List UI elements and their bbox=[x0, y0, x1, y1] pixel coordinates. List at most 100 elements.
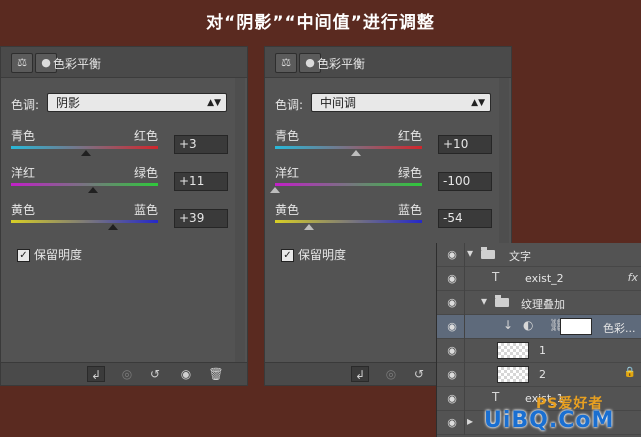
folder-icon bbox=[495, 295, 509, 307]
slider-value-field[interactable]: -54 bbox=[438, 209, 492, 228]
slider-right-label: 蓝色 bbox=[133, 203, 158, 217]
chevron-updown-icon: ▲▼ bbox=[471, 98, 485, 108]
eye-icon[interactable]: ◉ bbox=[442, 416, 462, 429]
preserve-luminosity-label: 保留明度 bbox=[298, 248, 347, 262]
slider-row-cyan-red: 青色 红色 +3 bbox=[1, 127, 249, 167]
panel-header: ⚖ ● 色彩平衡 bbox=[1, 47, 247, 78]
visibility-eye-icon[interactable]: ◉ bbox=[177, 366, 195, 382]
slider-track[interactable] bbox=[11, 146, 158, 149]
disclosure-triangle-icon[interactable]: ▾ bbox=[481, 294, 487, 308]
layer-row-text[interactable]: ◉ T exist_2 fx bbox=[437, 267, 641, 291]
slider-left-label: 黄色 bbox=[275, 203, 300, 217]
slider-left-label: 洋红 bbox=[11, 166, 36, 180]
layer-name: 2 bbox=[539, 368, 546, 381]
preserve-luminosity-checkbox[interactable]: ✓ 保留明度 bbox=[17, 246, 82, 263]
reset-icon[interactable]: ↺ bbox=[410, 366, 428, 382]
disclosure-triangle-icon[interactable]: ▸ bbox=[467, 414, 473, 428]
slider-right-label: 绿色 bbox=[133, 166, 158, 180]
balance-scale-icon[interactable]: ⚖ bbox=[11, 53, 33, 73]
watermark: PS爱好者 UiBQ.CoM bbox=[476, 396, 641, 437]
folder-icon bbox=[481, 247, 495, 259]
reset-icon[interactable]: ↺ bbox=[146, 366, 164, 382]
clip-to-layer-icon[interactable]: ↲ bbox=[87, 366, 105, 382]
trash-icon[interactable]: 🗑 bbox=[207, 366, 225, 382]
layer-thumbnail bbox=[497, 366, 529, 383]
eye-icon[interactable]: ◉ bbox=[442, 392, 462, 405]
panel-footer: ↲ ◎ ↺ ◉ 🗑 bbox=[1, 362, 247, 385]
slider-track[interactable] bbox=[11, 220, 158, 223]
eye-icon[interactable]: ◉ bbox=[442, 368, 462, 381]
panel-title: 色彩平衡 bbox=[53, 57, 102, 71]
chevron-updown-icon: ▲▼ bbox=[207, 98, 221, 108]
slider-left-label: 青色 bbox=[11, 129, 36, 143]
layer-row-image[interactable]: ◉ 1 bbox=[437, 339, 641, 363]
preserve-luminosity-label: 保留明度 bbox=[34, 248, 83, 262]
slider-row-magenta-green: 洋红 绿色 +11 bbox=[1, 164, 249, 204]
slider-value-field[interactable]: +3 bbox=[174, 135, 228, 154]
view-previous-icon[interactable]: ◎ bbox=[382, 366, 400, 382]
slider-track[interactable] bbox=[275, 146, 422, 149]
properties-panel-shadows: ⚖ ● 色彩平衡 色调: 阴影 ▲▼ 青色 红色 +3 洋红 绿色 +11 黄色… bbox=[0, 46, 248, 386]
preserve-luminosity-checkbox[interactable]: ✓ 保留明度 bbox=[281, 246, 346, 263]
view-previous-icon[interactable]: ◎ bbox=[118, 366, 136, 382]
lock-icon: 🔒 bbox=[623, 367, 636, 378]
layer-name: exist_2 bbox=[525, 272, 564, 285]
layer-row-group[interactable]: ◉ ▾ 文字 bbox=[437, 243, 641, 267]
slider-right-label: 红色 bbox=[133, 129, 158, 143]
layer-name: 文字 bbox=[509, 250, 531, 263]
slider-left-label: 洋红 bbox=[275, 166, 300, 180]
tone-select[interactable]: 阴影 ▲▼ bbox=[47, 93, 227, 112]
panel-scrollbar[interactable] bbox=[235, 78, 245, 364]
eye-icon[interactable]: ◉ bbox=[442, 296, 462, 309]
slider-right-label: 蓝色 bbox=[397, 203, 422, 217]
eye-icon[interactable]: ◉ bbox=[442, 320, 462, 333]
slider-right-label: 红色 bbox=[397, 129, 422, 143]
clip-arrow-icon: ↓ bbox=[503, 318, 514, 332]
slider-row-cyan-red: 青色 红色 +10 bbox=[265, 127, 513, 167]
slider-left-label: 青色 bbox=[275, 129, 300, 143]
layer-name: 色彩... bbox=[603, 322, 636, 335]
slider-value-field[interactable]: +11 bbox=[174, 172, 228, 191]
clip-to-layer-icon[interactable]: ↲ bbox=[351, 366, 369, 382]
slider-thumb[interactable] bbox=[303, 224, 314, 230]
slider-thumb[interactable] bbox=[270, 187, 280, 193]
layer-row-image[interactable]: ◉ 2 🔒 bbox=[437, 363, 641, 387]
slider-row-yellow-blue: 黄色 蓝色 -54 bbox=[265, 201, 513, 241]
checkmark-icon: ✓ bbox=[17, 249, 30, 262]
slider-thumb[interactable] bbox=[108, 224, 119, 230]
slider-row-magenta-green: 洋红 绿色 -100 bbox=[265, 164, 513, 204]
slider-thumb[interactable] bbox=[80, 150, 91, 156]
panel-header: ⚖ ● 色彩平衡 bbox=[265, 47, 511, 78]
eye-icon[interactable]: ◉ bbox=[442, 248, 462, 261]
layer-thumbnail bbox=[497, 342, 529, 359]
layer-effects-icon[interactable]: fx bbox=[628, 271, 638, 284]
layer-name: 1 bbox=[539, 344, 546, 357]
tone-label: 色调: bbox=[275, 98, 304, 112]
caption-title: 对“阴影”“中间值”进行调整 bbox=[206, 13, 435, 33]
panel-title: 色彩平衡 bbox=[317, 57, 366, 71]
layer-row-group[interactable]: ◉ ▾ 纹理叠加 bbox=[437, 291, 641, 315]
layer-name: 纹理叠加 bbox=[521, 298, 565, 311]
slider-track[interactable] bbox=[11, 183, 158, 186]
slider-thumb[interactable] bbox=[87, 187, 98, 193]
tone-select-value: 阴影 bbox=[56, 96, 81, 110]
checkmark-icon: ✓ bbox=[281, 249, 294, 262]
eye-icon[interactable]: ◉ bbox=[442, 344, 462, 357]
watermark-text: UiBQ.CoM bbox=[484, 408, 615, 433]
disclosure-triangle-icon[interactable]: ▾ bbox=[467, 246, 473, 260]
layer-mask-thumbnail[interactable] bbox=[560, 318, 592, 335]
tone-select-value: 中间调 bbox=[320, 96, 357, 110]
slider-track[interactable] bbox=[275, 220, 422, 223]
slider-row-yellow-blue: 黄色 蓝色 +39 bbox=[1, 201, 249, 241]
slider-value-field[interactable]: +39 bbox=[174, 209, 228, 228]
balance-scale-icon[interactable]: ⚖ bbox=[275, 53, 297, 73]
tone-select[interactable]: 中间调 ▲▼ bbox=[311, 93, 491, 112]
text-layer-icon: T bbox=[492, 270, 500, 284]
slider-value-field[interactable]: +10 bbox=[438, 135, 492, 154]
slider-right-label: 绿色 bbox=[397, 166, 422, 180]
slider-value-field[interactable]: -100 bbox=[438, 172, 492, 191]
slider-track[interactable] bbox=[275, 183, 422, 186]
slider-thumb[interactable] bbox=[350, 150, 361, 156]
eye-icon[interactable]: ◉ bbox=[442, 272, 462, 285]
layer-row-adjustment[interactable]: ◉ ↓ ◐ ⛓ 色彩... bbox=[437, 315, 641, 339]
